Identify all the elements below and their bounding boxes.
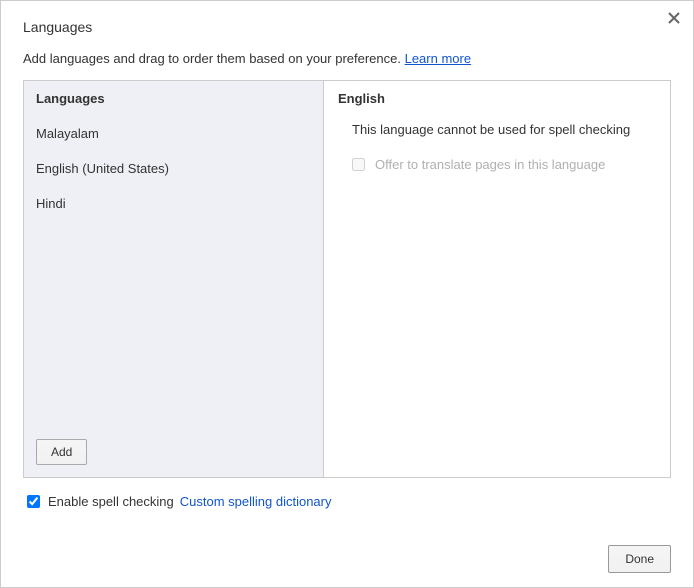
enable-spell-checkbox[interactable]: [27, 495, 40, 508]
dialog-title: Languages: [23, 19, 671, 35]
custom-dictionary-link[interactable]: Custom spelling dictionary: [180, 494, 332, 509]
language-detail-pane: English This language cannot be used for…: [324, 81, 670, 477]
offer-translate-label: Offer to translate pages in this languag…: [375, 157, 605, 172]
offer-translate-row: Offer to translate pages in this languag…: [338, 157, 656, 172]
enable-spell-label: Enable spell checking: [48, 494, 174, 509]
languages-header: Languages: [36, 91, 311, 106]
languages-list: Malayalam English (United States) Hindi: [36, 116, 311, 433]
dialog-footer: Done: [608, 545, 671, 573]
languages-list-pane: Languages Malayalam English (United Stat…: [24, 81, 324, 477]
intro-text: Add languages and drag to order them bas…: [23, 51, 671, 66]
add-button[interactable]: Add: [36, 439, 87, 465]
selected-language-header: English: [338, 91, 656, 106]
intro-text-content: Add languages and drag to order them bas…: [23, 51, 405, 66]
panes-container: Languages Malayalam English (United Stat…: [23, 80, 671, 478]
close-icon[interactable]: [667, 11, 681, 25]
list-item[interactable]: Hindi: [36, 186, 311, 221]
list-item[interactable]: English (United States): [36, 151, 311, 186]
bottom-options-row: Enable spell checking Custom spelling di…: [23, 494, 671, 509]
languages-dialog: Languages Add languages and drag to orde…: [0, 0, 694, 588]
done-button[interactable]: Done: [608, 545, 671, 573]
spell-check-note: This language cannot be used for spell c…: [338, 122, 656, 137]
learn-more-link[interactable]: Learn more: [405, 51, 471, 66]
offer-translate-checkbox: [352, 158, 365, 171]
list-item[interactable]: Malayalam: [36, 116, 311, 151]
